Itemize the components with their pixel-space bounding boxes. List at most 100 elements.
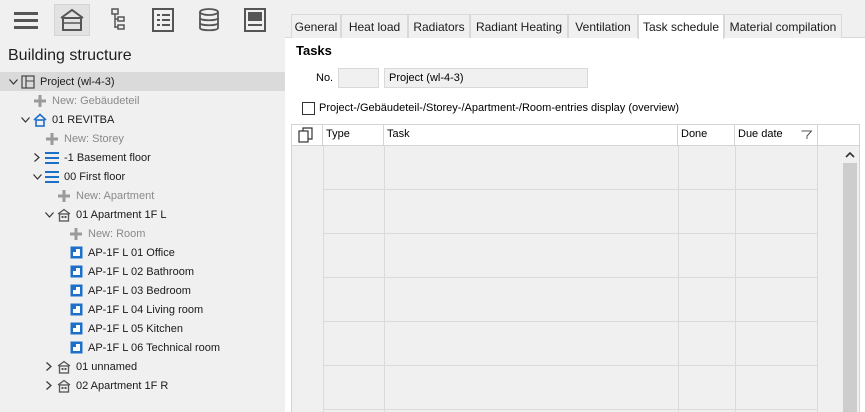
tree-item-label: 01 unnamed	[76, 360, 138, 373]
chevron-right-icon[interactable]	[32, 148, 42, 167]
tree-item-label: New: Storey	[64, 132, 124, 145]
apartment-icon	[56, 378, 72, 394]
chevron-down-icon[interactable]	[20, 110, 30, 129]
grid-header: Type Task Done Due date	[292, 125, 859, 146]
tree-item-label: New: Gebäudeteil	[52, 94, 140, 107]
column-divider	[817, 146, 818, 412]
scroll-up-icon[interactable]	[841, 148, 859, 162]
chevron-down-icon[interactable]	[44, 205, 54, 224]
tab-general[interactable]: General	[291, 14, 341, 38]
plus-icon	[56, 188, 72, 204]
tree-item-label: 01 Apartment 1F L	[76, 208, 167, 221]
row-divider	[323, 189, 817, 190]
tree-item-label: AP-1F L 01 Office	[88, 246, 175, 259]
tree-item[interactable]: New: Storey	[0, 129, 285, 148]
chevron-down-icon[interactable]	[8, 72, 18, 91]
building-structure-title: Building structure	[8, 47, 132, 64]
tab-bar: General Heat load Radiators Radiant Heat…	[285, 0, 865, 39]
tab-material-compilation[interactable]: Material compilation	[724, 14, 842, 38]
chevron-right-icon[interactable]	[44, 376, 54, 395]
room-icon	[68, 321, 84, 337]
tree-item[interactable]: -1 Basement floor	[0, 148, 285, 167]
column-header-done[interactable]: Done	[678, 125, 735, 146]
scrollbar-thumb[interactable]	[843, 163, 857, 412]
list-view-button[interactable]	[145, 4, 181, 36]
database-icon	[199, 8, 219, 32]
tree-item-label: AP-1F L 05 Kitchen	[88, 322, 183, 335]
tree-item-label: AP-1F L 02 Bathroom	[88, 265, 194, 278]
right-pane: General Heat load Radiators Radiant Heat…	[285, 0, 865, 412]
column-divider	[735, 146, 736, 412]
column-divider	[323, 146, 324, 412]
tab-ventilation[interactable]: Ventilation	[568, 14, 638, 38]
tab-radiators[interactable]: Radiators	[408, 14, 470, 38]
menu-button[interactable]	[8, 4, 44, 36]
tree-item[interactable]: AP-1F L 02 Bathroom	[0, 262, 285, 281]
tree-item[interactable]: 01 unnamed	[0, 357, 285, 376]
due-date-label: Due date	[738, 128, 783, 140]
chevron-down-icon[interactable]	[32, 167, 42, 186]
tree-item[interactable]: New: Gebäudeteil	[0, 91, 285, 110]
tree-item[interactable]: 01 REVITBA	[0, 110, 285, 129]
building-view-button[interactable]	[54, 4, 90, 36]
panel-view-button[interactable]	[237, 4, 273, 36]
column-header-type[interactable]: Type	[323, 125, 384, 146]
tree-item[interactable]: AP-1F L 03 Bedroom	[0, 281, 285, 300]
tree-item-label: AP-1F L 06 Technical room	[88, 341, 221, 354]
tree-item-label: 01 REVITBA	[52, 113, 115, 126]
tree-item[interactable]: 02 Apartment 1F R	[0, 376, 285, 395]
database-view-button[interactable]	[191, 4, 227, 36]
tasks-grid[interactable]: Type Task Done Due date	[291, 124, 860, 412]
row-divider	[323, 321, 817, 322]
tree-item-label: New: Apartment	[76, 189, 155, 202]
tree-item[interactable]: Project (wl-4-3)	[0, 72, 285, 91]
overview-checkbox[interactable]	[302, 101, 315, 115]
hierarchy-view-button[interactable]	[98, 4, 134, 36]
tree-item-label: New: Room	[88, 227, 146, 240]
tree-item[interactable]: AP-1F L 01 Office	[0, 243, 285, 262]
tab-radiant-heating[interactable]: Radiant Heating	[470, 14, 568, 38]
tree-item-label: Project (wl-4-3)	[40, 75, 115, 88]
left-pane: Building structure Project (wl-4-3) New: …	[0, 0, 285, 412]
tree-item[interactable]: 01 Apartment 1F L	[0, 205, 285, 224]
tree-item-label: AP-1F L 03 Bedroom	[88, 284, 191, 297]
tab-task-schedule[interactable]: Task schedule	[638, 14, 724, 39]
tree-item[interactable]: AP-1F L 04 Living room	[0, 300, 285, 319]
overview-checkbox-row[interactable]: Project-/Gebäudeteil-/Storey-/Apartment-…	[302, 100, 679, 116]
chevron-right-icon[interactable]	[44, 357, 54, 376]
vertical-scrollbar[interactable]	[841, 146, 859, 412]
row-divider	[323, 233, 817, 234]
tree-item[interactable]: New: Room	[0, 224, 285, 243]
column-divider	[678, 146, 679, 412]
filter-icon[interactable]	[801, 130, 812, 140]
panel-icon	[244, 8, 266, 32]
row-divider	[323, 409, 817, 410]
plus-icon	[68, 226, 84, 242]
tree-item-label: 00 First floor	[64, 170, 126, 183]
row-divider	[323, 277, 817, 278]
room-icon	[68, 283, 84, 299]
tab-heat-load[interactable]: Heat load	[341, 14, 408, 38]
column-divider	[384, 146, 385, 412]
tree-item[interactable]: 00 First floor	[0, 167, 285, 186]
tree-item[interactable]: AP-1F L 06 Technical room	[0, 338, 285, 357]
storey-icon	[44, 150, 60, 166]
column-header-task[interactable]: Task	[384, 125, 678, 146]
left-toolbar	[0, 0, 285, 38]
apartment-icon	[56, 359, 72, 375]
copy-icon	[298, 127, 313, 143]
tree-item[interactable]: AP-1F L 05 Kitchen	[0, 319, 285, 338]
tree-item[interactable]: New: Apartment	[0, 186, 285, 205]
project-name-field: Project (wl-4-3)	[384, 68, 588, 88]
plus-icon	[32, 93, 48, 109]
apartment-icon	[56, 207, 72, 223]
tree-item-label: 02 Apartment 1F R	[76, 379, 169, 392]
copy-column-header[interactable]	[292, 125, 323, 146]
room-icon	[68, 264, 84, 280]
tasks-title: Tasks	[296, 43, 332, 58]
row-divider	[323, 365, 817, 366]
tree-item-label: AP-1F L 04 Living room	[88, 303, 204, 316]
plus-icon	[44, 131, 60, 147]
column-header-due-date[interactable]: Due date	[735, 125, 818, 146]
grid-body	[292, 146, 841, 412]
